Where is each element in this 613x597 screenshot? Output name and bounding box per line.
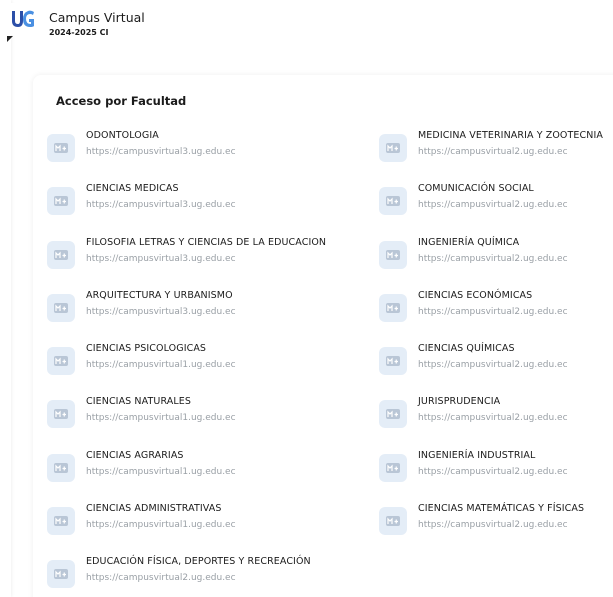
faculty-name[interactable]: EDUCACIÓN FÍSICA, DEPORTES Y RECREACIÓN (86, 556, 311, 567)
ug-logo[interactable] (5, 3, 41, 35)
faculty-link-item[interactable]: COMUNICACIÓN SOCIAL https://campusvirtual… (379, 183, 613, 219)
faculty-name[interactable]: COMUNICACIÓN SOCIAL (418, 183, 534, 194)
faculty-url[interactable]: https://campusvirtual1.ug.edu.ec (86, 413, 236, 423)
faculty-name[interactable]: INGENIERÍA QUÍMICA (418, 237, 519, 248)
faculty-link-item[interactable]: CIENCIAS NATURALES https://campusvirtual1… (47, 396, 307, 432)
faculty-url[interactable]: https://campusvirtual2.ug.edu.ec (418, 147, 568, 157)
faculty-url[interactable]: https://campusvirtual1.ug.edu.ec (86, 467, 236, 477)
faculty-name[interactable]: ODONTOLOGIA (86, 130, 159, 141)
faculty-link-item[interactable]: CIENCIAS MATEMÁTICAS Y FÍSICAS https://ca… (379, 503, 613, 539)
moodle-icon-badge (47, 453, 75, 482)
faculty-name[interactable]: CIENCIAS ECONÓMICAS (418, 290, 532, 301)
moodle-icon (386, 409, 400, 420)
faculty-link-item[interactable]: INGENIERÍA QUÍMICA https://campusvirtual2… (379, 237, 613, 273)
faculty-name[interactable]: CIENCIAS NATURALES (86, 396, 191, 407)
academic-period: 2024-2025 CI (49, 28, 109, 37)
faculty-name[interactable]: JURISPRUDENCIA (418, 396, 500, 407)
moodle-icon (386, 249, 400, 260)
faculty-url[interactable]: https://campusvirtual3.ug.edu.ec (86, 147, 236, 157)
moodle-icon-badge (47, 506, 75, 535)
faculty-url[interactable]: https://campusvirtual1.ug.edu.ec (86, 520, 236, 530)
moodle-icon (386, 196, 400, 207)
faculty-name[interactable]: CIENCIAS ADMINISTRATIVAS (86, 503, 221, 514)
moodle-icon-badge (47, 293, 75, 322)
faculty-url[interactable]: https://campusvirtual2.ug.edu.ec (418, 200, 568, 210)
faculty-link-item[interactable]: JURISPRUDENCIA https://campusvirtual2.ug.… (379, 396, 613, 432)
moodle-icon-badge (379, 506, 407, 535)
faculty-link-item[interactable]: ARQUITECTURA Y URBANISMO https://campusvi… (47, 290, 307, 326)
faculty-name[interactable]: ARQUITECTURA Y URBANISMO (86, 290, 233, 301)
sidebar-toggle-caret-icon[interactable] (7, 36, 13, 42)
faculty-name[interactable]: CIENCIAS MEDICAS (86, 183, 179, 194)
moodle-icon (54, 196, 68, 207)
moodle-icon (386, 302, 400, 313)
page: Campus Virtual 2024-2025 CI Acceso por F… (0, 0, 613, 597)
moodle-icon (54, 409, 68, 420)
faculty-name[interactable]: FILOSOFIA LETRAS Y CIENCIAS DE LA EDUCAC… (86, 237, 326, 248)
moodle-icon-badge (379, 240, 407, 269)
faculty-name[interactable]: INGENIERÍA INDUSTRIAL (418, 450, 535, 461)
moodle-icon (386, 356, 400, 366)
moodle-icon (54, 462, 68, 473)
faculty-name[interactable]: CIENCIAS PSICOLOGICAS (86, 343, 206, 354)
moodle-icon (386, 462, 400, 473)
moodle-icon-badge (379, 453, 407, 482)
moodle-icon-badge (379, 134, 407, 162)
moodle-icon (386, 515, 400, 526)
moodle-icon (54, 249, 68, 260)
moodle-icon-badge (47, 240, 75, 269)
moodle-icon-badge (47, 560, 75, 588)
faculty-url[interactable]: https://campusvirtual3.ug.edu.ec (86, 307, 236, 317)
moodle-icon (386, 143, 400, 153)
faculty-link-item[interactable]: CIENCIAS PSICOLOGICAS https://campusvirtu… (47, 343, 307, 379)
faculty-url[interactable]: https://campusvirtual2.ug.edu.ec (418, 360, 568, 370)
app-title: Campus Virtual (49, 10, 145, 25)
moodle-icon (54, 356, 68, 366)
faculty-url[interactable]: https://campusvirtual2.ug.edu.ec (86, 573, 236, 583)
faculty-link-item[interactable]: INGENIERÍA INDUSTRIAL https://campusvirtu… (379, 450, 613, 486)
moodle-icon-badge (47, 347, 75, 375)
faculty-link-item[interactable]: CIENCIAS ADMINISTRATIVAS https://campusvi… (47, 503, 307, 539)
faculty-link-item[interactable]: EDUCACIÓN FÍSICA, DEPORTES Y RECREACIÓN h… (47, 556, 311, 592)
faculty-name[interactable]: CIENCIAS AGRARIAS (86, 450, 184, 461)
ug-logo-icon (12, 10, 34, 27)
faculty-link-item[interactable]: MEDICINA VETERINARIA Y ZOOTECNIA https://… (379, 130, 613, 166)
moodle-icon-badge (379, 347, 407, 375)
sidebar-rail (0, 0, 11, 597)
faculty-link-item[interactable]: CIENCIAS AGRARIAS https://campusvirtual1.… (47, 450, 307, 486)
faculty-url[interactable]: https://campusvirtual2.ug.edu.ec (418, 520, 568, 530)
faculty-link-item[interactable]: CIENCIAS ECONÓMICAS https://campusvirtual… (379, 290, 613, 326)
moodle-icon (54, 569, 68, 579)
faculty-url[interactable]: https://campusvirtual2.ug.edu.ec (418, 254, 568, 264)
faculty-name[interactable]: CIENCIAS QUÍMICAS (418, 343, 515, 354)
faculty-name[interactable]: MEDICINA VETERINARIA Y ZOOTECNIA (418, 130, 603, 141)
faculty-url[interactable]: https://campusvirtual2.ug.edu.ec (418, 307, 568, 317)
moodle-icon (54, 515, 68, 526)
faculty-url[interactable]: https://campusvirtual3.ug.edu.ec (86, 200, 236, 210)
moodle-icon-badge (47, 134, 75, 162)
moodle-icon-badge (47, 187, 75, 216)
faculty-url[interactable]: https://campusvirtual3.ug.edu.ec (86, 254, 236, 264)
faculty-url[interactable]: https://campusvirtual1.ug.edu.ec (86, 360, 236, 370)
moodle-icon (54, 143, 68, 153)
moodle-icon-badge (379, 400, 407, 429)
faculty-url[interactable]: https://campusvirtual2.ug.edu.ec (418, 467, 568, 477)
moodle-icon-badge (379, 293, 407, 322)
faculty-link-item[interactable]: FILOSOFIA LETRAS Y CIENCIAS DE LA EDUCAC… (47, 237, 326, 273)
moodle-icon (54, 302, 68, 313)
moodle-icon-badge (379, 187, 407, 216)
moodle-icon-badge (47, 400, 75, 429)
faculty-link-item[interactable]: CIENCIAS QUÍMICAS https://campusvirtual2.… (379, 343, 613, 379)
faculty-url[interactable]: https://campusvirtual2.ug.edu.ec (418, 413, 568, 423)
faculty-link-item[interactable]: ODONTOLOGIA https://campusvirtual3.ug.edu… (47, 130, 307, 166)
section-title: Acceso por Facultad (56, 94, 187, 108)
faculty-name[interactable]: CIENCIAS MATEMÁTICAS Y FÍSICAS (418, 503, 584, 514)
faculty-link-item[interactable]: CIENCIAS MEDICAS https://campusvirtual3.u… (47, 183, 307, 219)
